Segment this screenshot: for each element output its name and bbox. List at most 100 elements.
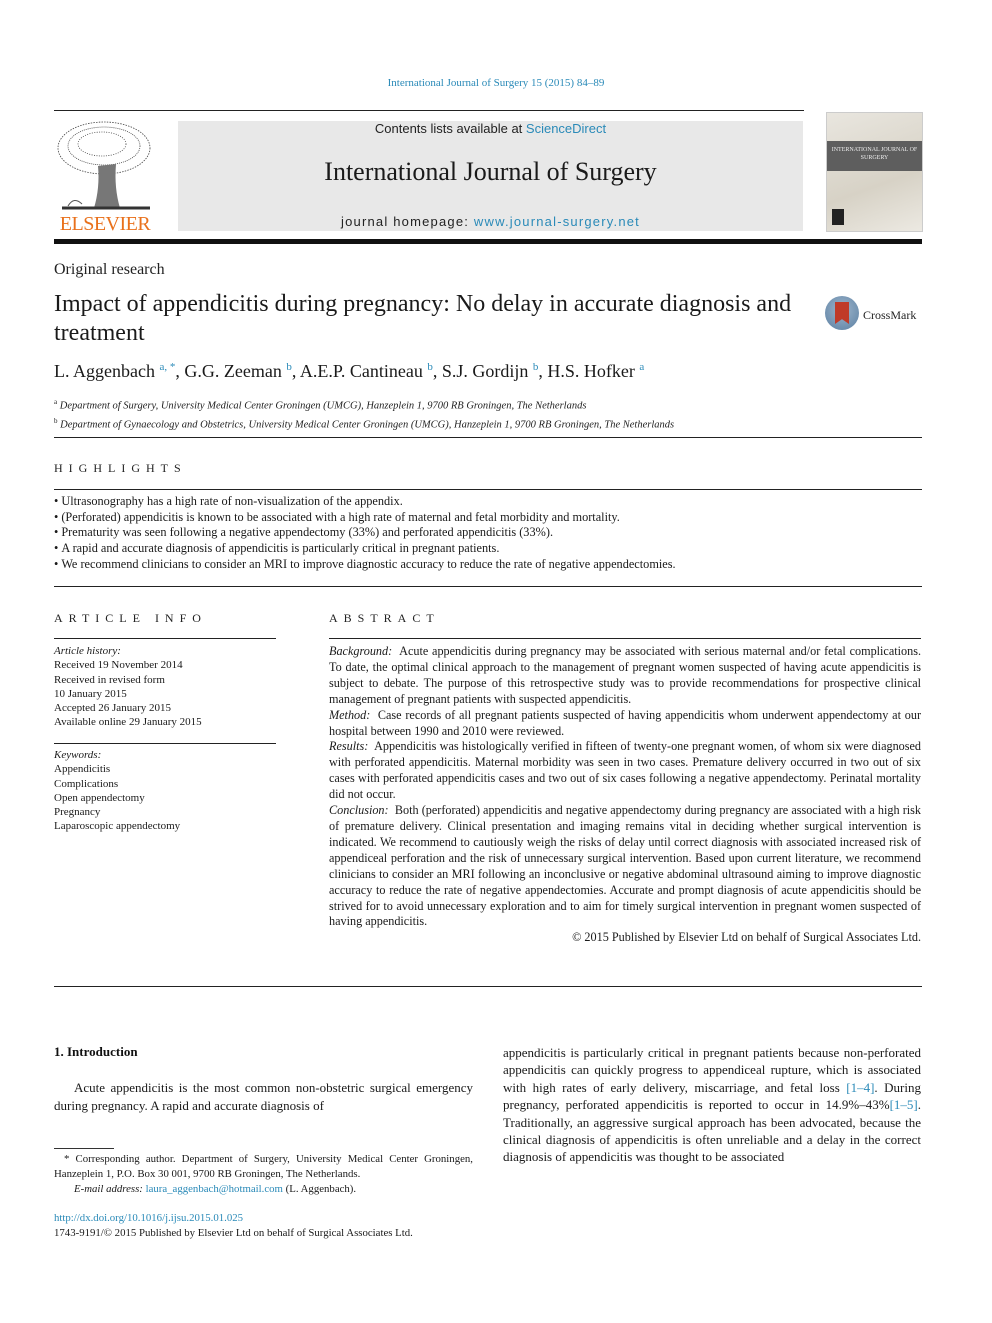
- author-affiliation-ref[interactable]: a, *: [159, 361, 175, 373]
- journal-cover-thumbnail[interactable]: INTERNATIONAL JOURNAL OF SURGERY: [826, 112, 923, 232]
- divider: [54, 743, 276, 744]
- crossmark-button[interactable]: CrossMark: [825, 296, 925, 336]
- body-paragraph: Acute appendicitis is the most common no…: [54, 1079, 473, 1114]
- homepage-prefix: journal homepage:: [341, 214, 474, 229]
- divider: [54, 638, 276, 639]
- history-item: Available online 29 January 2015: [54, 716, 202, 729]
- author-list: L. Aggenbach a, *, G.G. Zeeman b, A.E.P.…: [54, 361, 645, 381]
- highlight-item: (Perforated) appendicitis is known to be…: [54, 510, 676, 526]
- history-item: Received 19 November 2014: [54, 659, 183, 672]
- author-name[interactable]: A.E.P. Cantineau: [300, 361, 423, 381]
- divider: [54, 986, 922, 987]
- affiliation-item: b Department of Gynaecology and Obstetri…: [54, 414, 674, 433]
- affiliation-text: Department of Gynaecology and Obstetrics…: [60, 419, 675, 430]
- author-affiliation-ref[interactable]: b: [286, 361, 292, 373]
- homepage-link[interactable]: www.journal-surgery.net: [474, 214, 640, 229]
- section-text: Case records of all pregnant patients su…: [329, 707, 921, 738]
- abstract-method: Method: Case records of all pregnant pat…: [329, 708, 921, 740]
- article-type: Original research: [54, 261, 165, 278]
- affiliation-key: b: [54, 416, 58, 425]
- keyword-item[interactable]: Open appendectomy: [54, 791, 276, 805]
- section-label: Background:: [329, 644, 393, 658]
- author-name[interactable]: H.S. Hofker: [547, 361, 635, 381]
- author-affiliation-ref[interactable]: b: [427, 361, 433, 373]
- highlight-item: Ultrasonography has a high rate of non-v…: [54, 494, 676, 510]
- header-thick-rule: [54, 239, 922, 244]
- email-label: E-mail address:: [74, 1183, 146, 1195]
- author-name[interactable]: G.G. Zeeman: [184, 361, 281, 381]
- abstract-heading: ABSTRACT: [329, 611, 440, 625]
- author-name[interactable]: S.J. Gordijn: [442, 361, 529, 381]
- reference-link[interactable]: [1–4]: [846, 1080, 874, 1095]
- section-label: Results:: [329, 739, 369, 754]
- affiliations: a Department of Surgery, University Medi…: [54, 395, 674, 432]
- section-label: Method:: [329, 707, 371, 722]
- reference-link[interactable]: [1–5]: [890, 1097, 918, 1112]
- contents-line: Contents lists available at ScienceDirec…: [178, 121, 803, 137]
- affiliation-item: a Department of Surgery, University Medi…: [54, 395, 674, 414]
- abstract-body: Background: Acute appendicitis during pr…: [329, 644, 921, 946]
- journal-title: International Journal of Surgery: [324, 157, 657, 186]
- email-link[interactable]: laura_aggenbach@hotmail.com: [146, 1183, 283, 1195]
- history-item: Received in revised form: [54, 673, 165, 686]
- affiliation-text: Department of Surgery, University Medica…: [59, 400, 587, 412]
- elsevier-tree-icon: [57, 121, 151, 210]
- affiliation-key: a: [54, 398, 58, 406]
- homepage-line: journal homepage: www.journal-surgery.ne…: [178, 214, 803, 230]
- highlight-item: We recommend clinicians to consider an M…: [54, 557, 675, 573]
- article-info-heading: ARTICLE INFO: [54, 611, 207, 625]
- journal-banner: Contents lists available at ScienceDirec…: [178, 121, 803, 231]
- section-text: Appendicitis was histologically verified…: [329, 739, 922, 802]
- crossmark-icon: [825, 296, 859, 330]
- keyword-item[interactable]: Complications: [54, 777, 276, 791]
- journal-citation[interactable]: International Journal of Surgery 15 (201…: [0, 77, 992, 89]
- author-affiliation-ref[interactable]: b: [533, 361, 539, 373]
- keywords-label: Keywords:: [54, 749, 102, 761]
- keyword-item[interactable]: Laparoscopic appendectomy: [54, 819, 276, 833]
- header-rule: [54, 110, 804, 111]
- article-title: Impact of appendicitis during pregnancy:…: [54, 291, 792, 346]
- abstract-copyright: © 2015 Published by Elsevier Ltd on beha…: [572, 930, 921, 945]
- issn-line: 1743-9191/© 2015 Published by Elsevier L…: [54, 1227, 413, 1239]
- section-label: Conclusion:: [329, 803, 389, 818]
- highlights-list: Ultrasonography has a high rate of non-v…: [54, 494, 676, 573]
- corresponding-author-footnote: * Corresponding author. Department of Su…: [54, 1152, 473, 1197]
- highlights-heading: HIGHLIGHTS: [54, 461, 187, 475]
- author-affiliation-ref[interactable]: a: [639, 361, 644, 373]
- abstract-conclusion: Conclusion: Both (perforated) appendicit…: [329, 803, 921, 930]
- article-history: Article history: Received 19 November 20…: [54, 644, 276, 730]
- body-paragraph: appendicitis is particularly critical in…: [503, 1044, 921, 1166]
- divider: [54, 489, 922, 490]
- corresponding-author-text: * Corresponding author. Department of Su…: [54, 1153, 473, 1180]
- divider: [54, 586, 922, 587]
- cover-crest-icon: [832, 209, 844, 225]
- contents-prefix: Contents lists available at: [374, 121, 526, 136]
- keywords: Keywords: Appendicitis Complications Ope…: [54, 748, 276, 834]
- doi-link[interactable]: http://dx.doi.org/10.1016/j.ijsu.2015.01…: [54, 1211, 413, 1226]
- email-suffix: (L. Aggenbach).: [282, 1183, 357, 1195]
- divider: [329, 638, 921, 639]
- highlight-item: Prematurity was seen following a negativ…: [54, 525, 676, 541]
- paragraph-text: Acute appendicitis is the most common no…: [54, 1080, 473, 1113]
- cover-title: INTERNATIONAL JOURNAL OF SURGERY: [827, 141, 922, 171]
- sciencedirect-link[interactable]: ScienceDirect: [526, 121, 606, 136]
- email-line: E-mail address: laura_aggenbach@hotmail.…: [54, 1182, 473, 1197]
- abstract-background: Background: Acute appendicitis during pr…: [329, 644, 921, 708]
- history-label: Article history:: [54, 645, 121, 657]
- footnote-rule: [54, 1148, 114, 1149]
- section-text: Acute appendicitis during pregnancy may …: [329, 644, 922, 706]
- author-name[interactable]: L. Aggenbach: [54, 361, 155, 381]
- elsevier-wordmark: ELSEVIER: [59, 213, 151, 235]
- crossmark-label: CrossMark: [863, 308, 917, 322]
- abstract-results: Results: Appendicitis was histologically…: [329, 739, 921, 803]
- elsevier-logo[interactable]: ELSEVIER: [54, 118, 156, 234]
- section-heading-introduction: 1. Introduction: [54, 1044, 138, 1059]
- history-item: Accepted 26 January 2015: [54, 702, 171, 715]
- section-text: Both (perforated) appendicitis and negat…: [329, 803, 921, 929]
- history-item: 10 January 2015: [54, 687, 127, 700]
- highlight-item: A rapid and accurate diagnosis of append…: [54, 541, 676, 557]
- divider: [54, 437, 922, 438]
- keyword-item[interactable]: Pregnancy: [54, 805, 276, 819]
- keyword-item[interactable]: Appendicitis: [54, 762, 276, 776]
- doi-block: http://dx.doi.org/10.1016/j.ijsu.2015.01…: [54, 1211, 413, 1241]
